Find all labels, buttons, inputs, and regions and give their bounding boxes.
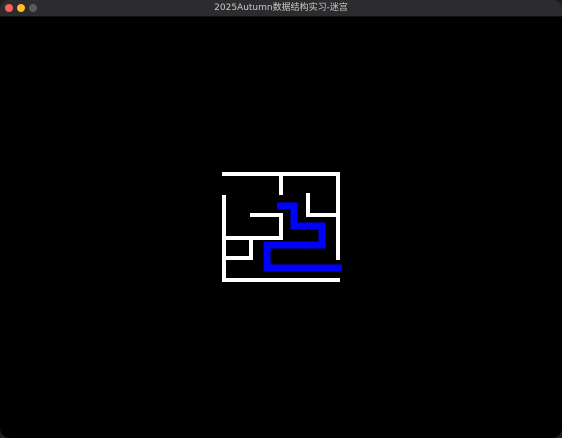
maze-canvas [0, 17, 562, 438]
maze-wall [279, 213, 283, 238]
maze-wall [279, 172, 283, 195]
maze-wall [225, 256, 253, 260]
maze-wall [306, 213, 338, 217]
maze-drawing [222, 172, 342, 282]
title-bar: 2025Autumn数据结构实习-迷宫 [0, 0, 562, 17]
maze-wall [225, 236, 283, 240]
window-title: 2025Autumn数据结构实习-迷宫 [214, 3, 348, 13]
maze-wall [250, 213, 282, 217]
app-window: 2025Autumn数据结构实习-迷宫 [0, 0, 562, 438]
maze-wall [222, 278, 340, 282]
